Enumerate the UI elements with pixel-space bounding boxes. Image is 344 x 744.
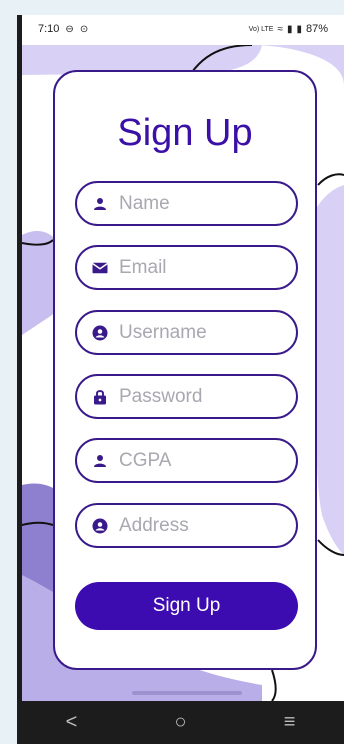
lock-icon (89, 386, 111, 408)
account-circle-icon (89, 515, 111, 537)
cgpa-field[interactable] (75, 438, 298, 483)
home-icon[interactable]: ○ (174, 711, 186, 734)
address-input[interactable] (117, 513, 281, 538)
password-field[interactable] (75, 374, 298, 419)
recents-icon[interactable]: ≡ (284, 711, 296, 734)
app-screen: 7:10 ⊖ ⊙ Vo) LTE ≈ ▮ ▮ 87% Sign Up Name … (22, 15, 344, 701)
notification-icon: ⊖ (65, 23, 74, 35)
person-icon (89, 193, 111, 215)
status-time: 7:10 (38, 23, 60, 35)
battery-icon: ▮ (296, 23, 302, 35)
signal-icon: ▮ (286, 23, 293, 35)
person-icon (89, 450, 111, 472)
battery-percent: 87% (305, 23, 328, 35)
name-field[interactable] (75, 181, 298, 226)
phone-frame: 7:10 ⊖ ⊙ Vo) LTE ≈ ▮ ▮ 87% Sign Up Name … (17, 15, 344, 744)
name-input[interactable] (117, 191, 281, 216)
sign-up-button[interactable]: Sign Up (75, 582, 298, 630)
page-title: Sign Up (117, 112, 253, 154)
status-bar: 7:10 ⊖ ⊙ Vo) LTE ≈ ▮ ▮ 87% (22, 15, 344, 45)
password-input[interactable] (117, 384, 281, 409)
network-label: Vo) LTE (248, 25, 274, 33)
notification-icon-2: ⊙ (79, 23, 89, 35)
back-icon[interactable]: < (66, 711, 78, 734)
navigation-bar: < ○ ≡ (17, 701, 344, 744)
account-circle-icon (89, 322, 111, 344)
email-input[interactable] (117, 255, 281, 280)
wifi-icon: ≈ (277, 23, 283, 35)
gesture-bar (132, 691, 242, 695)
signup-card: Sign Up Name Email Username CGPA Address… (53, 70, 317, 670)
username-input[interactable] (117, 320, 281, 345)
cgpa-input[interactable] (117, 448, 281, 473)
status-icons: Vo) LTE ≈ ▮ ▮ 87% (249, 23, 328, 35)
username-field[interactable] (75, 310, 298, 355)
address-field[interactable] (75, 503, 298, 548)
email-icon (89, 257, 111, 279)
email-field[interactable] (75, 245, 298, 290)
status-time-group: 7:10 ⊖ ⊙ (38, 23, 88, 35)
